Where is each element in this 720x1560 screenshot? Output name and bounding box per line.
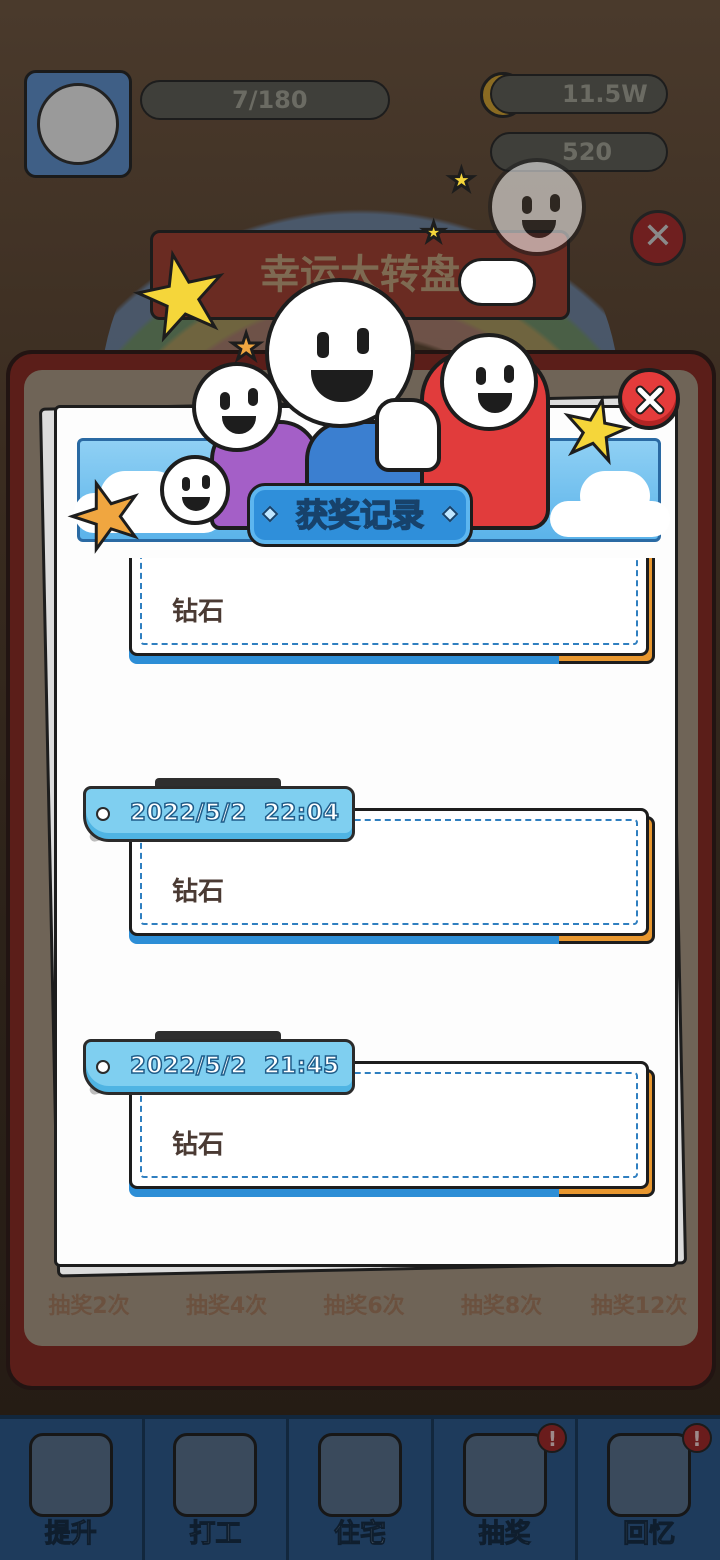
milestone-label: 抽奖8次 [460, 1294, 543, 1319]
bottom-navigation: 提升 打工 住宅 抽奖 ! 回忆 ! [0, 1415, 720, 1560]
energy-value: 7/180 [232, 86, 308, 114]
coin-value: 11.5W [562, 80, 648, 108]
date-tag: 2022/5/2 22:04 [83, 786, 355, 842]
tag-hole [96, 1060, 110, 1074]
milestone-label: 抽奖12次 [590, 1294, 688, 1319]
milestone-label: 抽奖6次 [323, 1294, 405, 1319]
character-face [440, 333, 538, 431]
record-card: 钻石 [129, 558, 649, 656]
tag-hole [96, 807, 110, 821]
nav-item-upgrade[interactable]: 提升 [0, 1419, 145, 1560]
record-prize: 钻石 [172, 1130, 225, 1160]
house-icon [317, 1433, 402, 1517]
draw-milestones: 抽奖2次 抽奖4次 抽奖6次 抽奖8次 抽奖12次 [24, 1288, 704, 1320]
nav-item-home[interactable]: 住宅 [289, 1419, 434, 1560]
nav-item-memories[interactable]: 回忆 ! [578, 1419, 720, 1560]
record-item: 钻石 2022/5/2 22:04 [83, 778, 659, 948]
camera-icon [607, 1433, 692, 1517]
star-icon: ★ [420, 218, 446, 248]
character-face [160, 455, 230, 525]
nav-label: 打工 [189, 1519, 242, 1550]
thumbs-up-hand [375, 398, 441, 472]
record-date: 2022/5/2 22:04 [129, 799, 340, 827]
record-list[interactable]: 钻石 钻石 2022/5/2 22:04 钻石 2022/5/2 21:45 [57, 558, 675, 1258]
gacha-machine-icon [462, 1433, 547, 1517]
milestone-label: 抽奖4次 [185, 1294, 268, 1319]
record-prize: 钻石 [172, 877, 225, 907]
book-icon [28, 1433, 113, 1517]
nav-item-lottery[interactable]: 抽奖 ! [434, 1419, 579, 1560]
nav-label: 回忆 [623, 1519, 676, 1550]
star-icon: ★ [447, 163, 477, 198]
star-icon: ★ [228, 327, 263, 368]
notification-badge: ! [681, 1423, 712, 1453]
close-button[interactable] [618, 368, 680, 430]
badge-icon [173, 1433, 258, 1517]
nav-label: 抽奖 [478, 1519, 531, 1550]
record-item: 钻石 2022/5/2 21:45 [83, 1031, 659, 1201]
notification-badge: ! [537, 1423, 568, 1453]
coin-counter[interactable]: 11.5W [490, 74, 668, 114]
cat-icon [458, 258, 536, 306]
nav-item-work[interactable]: 打工 [145, 1419, 290, 1560]
character-face [488, 158, 586, 256]
nav-label: 住宅 [333, 1519, 386, 1550]
nav-label: 提升 [44, 1519, 97, 1550]
character-illustration: ★ ★ ★ ★ ★ ★ ★ [53, 150, 700, 576]
milestone-label: 抽奖2次 [48, 1294, 130, 1319]
close-icon [635, 385, 665, 415]
date-tag: 2022/5/2 21:45 [83, 1039, 355, 1095]
record-date: 2022/5/2 21:45 [129, 1052, 340, 1080]
energy-counter: 7/180 [140, 80, 390, 120]
record-prize: 钻石 [172, 597, 225, 627]
record-item: 钻石 [129, 558, 659, 668]
star-icon: ★ [118, 221, 244, 370]
